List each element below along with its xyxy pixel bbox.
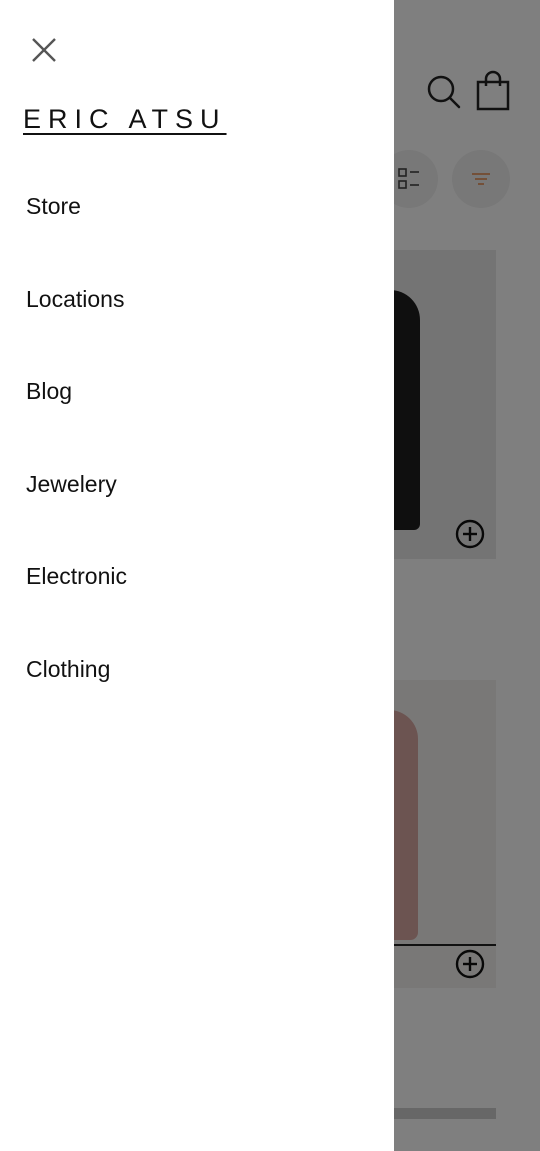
menu-item-blog[interactable]: Blog (0, 345, 394, 438)
menu-item-locations[interactable]: Locations (0, 253, 394, 346)
menu-item-jewelery[interactable]: Jewelery (0, 438, 394, 531)
menu-item-electronic[interactable]: Electronic (0, 530, 394, 623)
close-icon[interactable] (24, 30, 64, 70)
navigation-drawer: ERIC ATSU Store Locations Blog Jewelery … (0, 0, 394, 1151)
menu-item-store[interactable]: Store (0, 160, 394, 253)
drawer-menu: Store Locations Blog Jewelery Electronic… (0, 160, 394, 716)
menu-item-clothing[interactable]: Clothing (0, 623, 394, 716)
brand-logo[interactable]: ERIC ATSU (23, 104, 227, 135)
